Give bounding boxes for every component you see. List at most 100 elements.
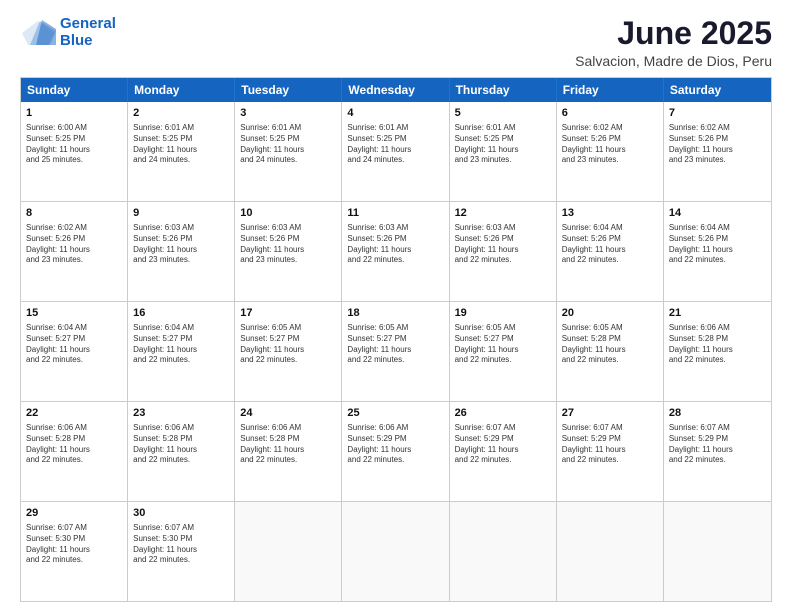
day-info: Sunrise: 6:07 AM Sunset: 5:30 PM Dayligh… (26, 523, 122, 566)
calendar-cell: 5Sunrise: 6:01 AM Sunset: 5:25 PM Daylig… (450, 102, 557, 201)
day-number: 22 (26, 406, 122, 421)
calendar-cell: 25Sunrise: 6:06 AM Sunset: 5:29 PM Dayli… (342, 402, 449, 501)
calendar-cell (664, 502, 771, 601)
logo-icon (20, 19, 56, 47)
day-info: Sunrise: 6:01 AM Sunset: 5:25 PM Dayligh… (133, 123, 229, 166)
day-number: 17 (240, 306, 336, 321)
day-info: Sunrise: 6:01 AM Sunset: 5:25 PM Dayligh… (240, 123, 336, 166)
day-number: 7 (669, 106, 766, 121)
calendar-cell: 23 Sunrise: 6:06 AM Sunset: 5:28 PM Dayli… (128, 402, 235, 501)
weekday-header-thursday: Thursday (450, 78, 557, 102)
day-number: 19 (455, 306, 551, 321)
day-info: Sunrise: 6:05 AM Sunset: 5:27 PM Dayligh… (240, 323, 336, 366)
day-info: Sunrise: 6:06 AM Sunset: 5:28 PM Dayligh… (26, 423, 122, 466)
calendar-cell: 30Sunrise: 6:07 AM Sunset: 5:30 PM Dayli… (128, 502, 235, 601)
calendar-row-4: 29 Sunrise: 6:07 AM Sunset: 5:30 PM Dayli… (21, 501, 771, 601)
day-number: 18 (347, 306, 443, 321)
weekday-header-tuesday: Tuesday (235, 78, 342, 102)
logo-general: General (60, 15, 116, 32)
calendar-cell: 13 Sunrise: 6:04 AM Sunset: 5:26 PM Dayli… (557, 202, 664, 301)
calendar-row-3: 22 Sunrise: 6:06 AM Sunset: 5:28 PM Dayli… (21, 401, 771, 501)
day-info: Sunrise: 6:07 AM Sunset: 5:29 PM Dayligh… (455, 423, 551, 466)
day-info: Sunrise: 6:01 AM Sunset: 5:25 PM Dayligh… (455, 123, 551, 166)
day-info: Sunrise: 6:00 AM Sunset: 5:25 PM Dayligh… (26, 123, 122, 166)
calendar-cell (450, 502, 557, 601)
calendar-body: 1 Sunrise: 6:00 AM Sunset: 5:25 PM Daylig… (21, 102, 771, 601)
calendar-cell: 8 Sunrise: 6:02 AM Sunset: 5:26 PM Daylig… (21, 202, 128, 301)
calendar-cell: 2Sunrise: 6:01 AM Sunset: 5:25 PM Daylig… (128, 102, 235, 201)
weekday-header-sunday: Sunday (21, 78, 128, 102)
day-info: Sunrise: 6:04 AM Sunset: 5:27 PM Dayligh… (26, 323, 122, 366)
day-number: 21 (669, 306, 766, 321)
calendar-cell: 26Sunrise: 6:07 AM Sunset: 5:29 PM Dayli… (450, 402, 557, 501)
calendar-cell: 16 Sunrise: 6:04 AM Sunset: 5:27 PM Dayli… (128, 302, 235, 401)
day-number: 29 (26, 506, 122, 521)
calendar-cell: 18Sunrise: 6:05 AM Sunset: 5:27 PM Dayli… (342, 302, 449, 401)
day-info: Sunrise: 6:02 AM Sunset: 5:26 PM Dayligh… (669, 123, 766, 166)
day-info: Sunrise: 6:03 AM Sunset: 5:26 PM Dayligh… (455, 223, 551, 266)
day-info: Sunrise: 6:06 AM Sunset: 5:28 PM Dayligh… (669, 323, 766, 366)
day-number: 1 (26, 106, 122, 121)
header: General Blue June 2025 Salvacion, Madre … (20, 16, 772, 69)
calendar-cell: 9Sunrise: 6:03 AM Sunset: 5:26 PM Daylig… (128, 202, 235, 301)
day-info: Sunrise: 6:04 AM Sunset: 5:26 PM Dayligh… (669, 223, 766, 266)
day-number: 30 (133, 506, 229, 521)
day-info: Sunrise: 6:04 AM Sunset: 5:27 PM Dayligh… (133, 323, 229, 366)
day-number: 28 (669, 406, 766, 421)
day-number: 10 (240, 206, 336, 221)
day-info: Sunrise: 6:02 AM Sunset: 5:26 PM Dayligh… (26, 223, 122, 266)
calendar-cell: 7 Sunrise: 6:02 AM Sunset: 5:26 PM Daylig… (664, 102, 771, 201)
title-block: June 2025 Salvacion, Madre de Dios, Peru (575, 16, 772, 69)
calendar-cell: 19Sunrise: 6:05 AM Sunset: 5:27 PM Dayli… (450, 302, 557, 401)
day-info: Sunrise: 6:06 AM Sunset: 5:28 PM Dayligh… (133, 423, 229, 466)
calendar-cell: 12 Sunrise: 6:03 AM Sunset: 5:26 PM Dayli… (450, 202, 557, 301)
calendar-cell: 17 Sunrise: 6:05 AM Sunset: 5:27 PM Dayli… (235, 302, 342, 401)
weekday-header-friday: Friday (557, 78, 664, 102)
day-info: Sunrise: 6:02 AM Sunset: 5:26 PM Dayligh… (562, 123, 658, 166)
day-info: Sunrise: 6:06 AM Sunset: 5:28 PM Dayligh… (240, 423, 336, 466)
day-info: Sunrise: 6:01 AM Sunset: 5:25 PM Dayligh… (347, 123, 443, 166)
calendar-header-row: SundayMondayTuesdayWednesdayThursdayFrid… (21, 78, 771, 102)
day-number: 23 (133, 406, 229, 421)
day-number: 12 (455, 206, 551, 221)
day-number: 13 (562, 206, 658, 221)
day-info: Sunrise: 6:03 AM Sunset: 5:26 PM Dayligh… (240, 223, 336, 266)
calendar-cell: 3Sunrise: 6:01 AM Sunset: 5:25 PM Daylig… (235, 102, 342, 201)
calendar-cell: 1 Sunrise: 6:00 AM Sunset: 5:25 PM Daylig… (21, 102, 128, 201)
calendar-cell: 15 Sunrise: 6:04 AM Sunset: 5:27 PM Dayli… (21, 302, 128, 401)
day-info: Sunrise: 6:03 AM Sunset: 5:26 PM Dayligh… (347, 223, 443, 266)
calendar-cell: 29 Sunrise: 6:07 AM Sunset: 5:30 PM Dayli… (21, 502, 128, 601)
day-number: 14 (669, 206, 766, 221)
calendar-cell: 20Sunrise: 6:05 AM Sunset: 5:28 PM Dayli… (557, 302, 664, 401)
day-info: Sunrise: 6:07 AM Sunset: 5:29 PM Dayligh… (562, 423, 658, 466)
calendar-subtitle: Salvacion, Madre de Dios, Peru (575, 53, 772, 69)
calendar: SundayMondayTuesdayWednesdayThursdayFrid… (20, 77, 772, 602)
calendar-cell: 6 Sunrise: 6:02 AM Sunset: 5:26 PM Daylig… (557, 102, 664, 201)
day-number: 27 (562, 406, 658, 421)
calendar-title: June 2025 (575, 16, 772, 51)
calendar-row-1: 8 Sunrise: 6:02 AM Sunset: 5:26 PM Daylig… (21, 201, 771, 301)
calendar-cell: 14 Sunrise: 6:04 AM Sunset: 5:26 PM Dayli… (664, 202, 771, 301)
day-number: 4 (347, 106, 443, 121)
weekday-header-wednesday: Wednesday (342, 78, 449, 102)
day-number: 6 (562, 106, 658, 121)
calendar-row-0: 1 Sunrise: 6:00 AM Sunset: 5:25 PM Daylig… (21, 102, 771, 201)
day-number: 16 (133, 306, 229, 321)
day-info: Sunrise: 6:04 AM Sunset: 5:26 PM Dayligh… (562, 223, 658, 266)
logo: General Blue (20, 16, 116, 49)
calendar-cell: 24Sunrise: 6:06 AM Sunset: 5:28 PM Dayli… (235, 402, 342, 501)
logo-blue: Blue (60, 32, 93, 49)
calendar-cell (342, 502, 449, 601)
day-number: 8 (26, 206, 122, 221)
page: General Blue June 2025 Salvacion, Madre … (0, 0, 792, 612)
day-info: Sunrise: 6:05 AM Sunset: 5:28 PM Dayligh… (562, 323, 658, 366)
day-info: Sunrise: 6:07 AM Sunset: 5:29 PM Dayligh… (669, 423, 766, 466)
calendar-cell (235, 502, 342, 601)
day-number: 11 (347, 206, 443, 221)
weekday-header-saturday: Saturday (664, 78, 771, 102)
calendar-row-2: 15 Sunrise: 6:04 AM Sunset: 5:27 PM Dayli… (21, 301, 771, 401)
day-number: 15 (26, 306, 122, 321)
day-info: Sunrise: 6:06 AM Sunset: 5:29 PM Dayligh… (347, 423, 443, 466)
calendar-cell: 10 Sunrise: 6:03 AM Sunset: 5:26 PM Dayli… (235, 202, 342, 301)
calendar-cell: 21 Sunrise: 6:06 AM Sunset: 5:28 PM Dayli… (664, 302, 771, 401)
